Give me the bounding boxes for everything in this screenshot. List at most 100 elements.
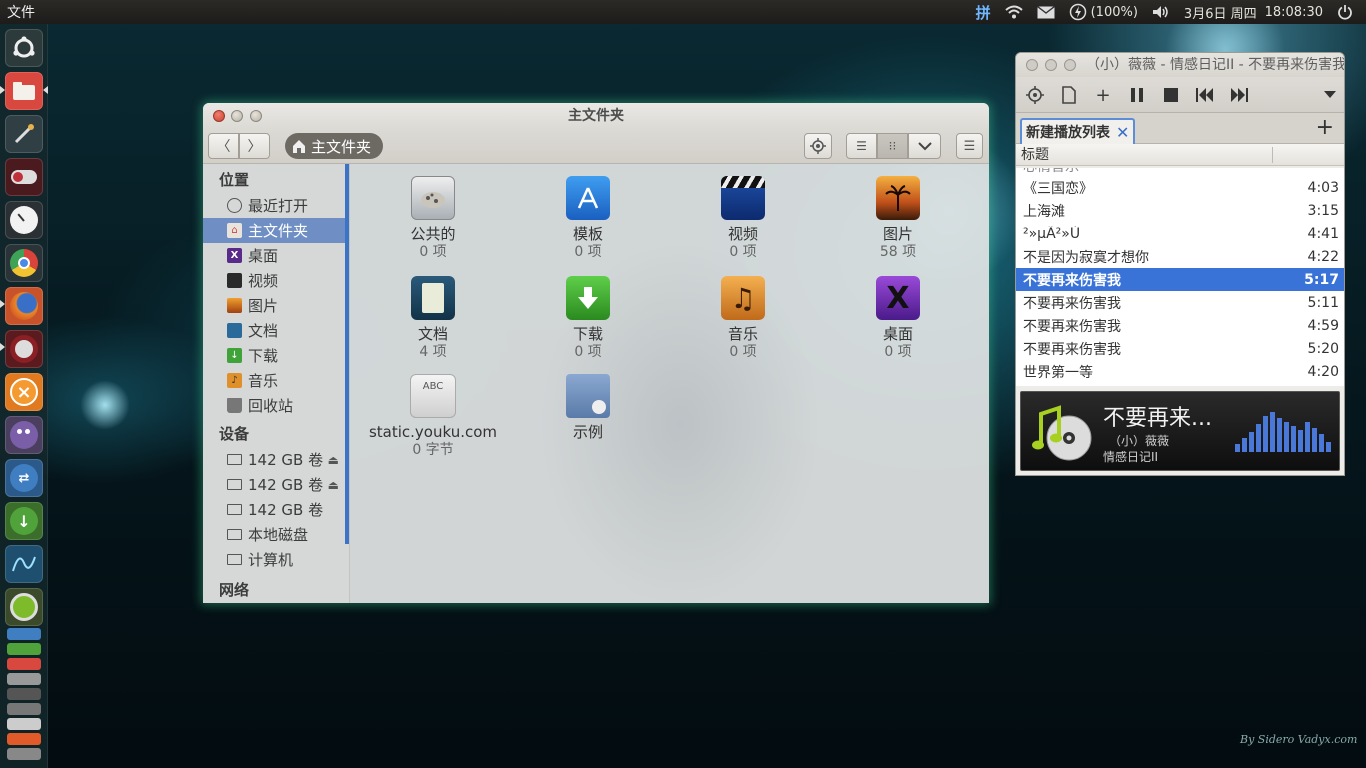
wifi-icon[interactable] — [998, 0, 1030, 24]
sidebar-item-pictures[interactable]: 图片 — [203, 293, 349, 318]
list-view-button[interactable]: ☰ — [846, 133, 877, 159]
fm-titlebar[interactable]: 主文件夹 — [203, 103, 989, 129]
folder-count: 0 项 — [574, 244, 602, 260]
sidebar-item-home[interactable]: ⌂ 主文件夹 — [203, 218, 349, 243]
close-window-button[interactable] — [1026, 59, 1038, 71]
list-item[interactable]: ²»µÃ²»Ù 4:41 — [1016, 222, 1344, 245]
sidebar-device-volume-3[interactable]: 142 GB 卷 — [203, 497, 349, 522]
file-item[interactable]: ABC static.youku.com 0 字节 — [368, 374, 498, 459]
sidebar-item-desktop[interactable]: X 桌面 — [203, 243, 349, 268]
list-item[interactable]: 不要再来伤害我 5:11 — [1016, 291, 1344, 314]
minimize-window-button[interactable] — [1045, 59, 1057, 71]
eject-icon[interactable]: ⏏ — [328, 478, 339, 492]
sidebar-item-label: 142 GB 卷 — [248, 476, 324, 494]
locate-track-button[interactable] — [1023, 83, 1047, 107]
folder-item[interactable]: 模板 0 项 — [523, 176, 653, 261]
firefox-icon[interactable] — [5, 287, 43, 325]
mp-title: （小）薇薇 - 情感日记II - 不要再来伤害我 — [1086, 57, 1344, 73]
folder-item[interactable]: ♫ 音乐 0 项 — [678, 276, 808, 361]
add-button[interactable]: + — [1091, 83, 1115, 107]
folder-item[interactable]: X 桌面 0 项 — [833, 276, 963, 361]
session-power-icon[interactable] — [1330, 0, 1360, 24]
grid-icon: ⁝⁝ — [888, 139, 897, 153]
list-item[interactable]: 《三国恋》 4:03 — [1016, 176, 1344, 199]
transfer-icon[interactable]: ⇄ — [5, 459, 43, 497]
add-playlist-button[interactable]: + — [1316, 115, 1334, 140]
forward-button[interactable]: 〉 — [239, 133, 270, 159]
grid-view-button[interactable]: ⁝⁝ — [877, 133, 908, 159]
sidebar-device-volume-1[interactable]: 142 GB 卷 ⏏ — [203, 447, 349, 472]
location-button[interactable] — [804, 133, 832, 159]
now-playing-artist: （小）薇薇 — [1109, 434, 1170, 448]
media-icon[interactable] — [5, 330, 43, 368]
pidgin-icon[interactable] — [5, 416, 43, 454]
track-duration: 4:59 — [1307, 317, 1339, 334]
launcher-stacked-icons[interactable] — [7, 628, 41, 768]
view-options-dropdown[interactable] — [908, 133, 941, 159]
pause-button[interactable] — [1125, 83, 1149, 107]
input-method-indicator[interactable]: 拼 — [969, 0, 998, 24]
close-window-button[interactable] — [213, 110, 225, 122]
maximize-window-button[interactable] — [1064, 59, 1076, 71]
sidebar-item-trash[interactable]: 回收站 — [203, 393, 349, 418]
list-item[interactable]: 不要再来伤害我 4:59 — [1016, 314, 1344, 337]
chevron-down-icon — [1324, 91, 1336, 98]
clock-icon[interactable] — [5, 201, 43, 239]
maximize-window-button[interactable] — [250, 110, 262, 122]
list-item[interactable]: 世界第一等 4:20 — [1016, 360, 1344, 383]
folder-item[interactable]: 视频 0 项 — [678, 176, 808, 261]
volume-icon[interactable] — [1145, 0, 1177, 24]
previous-button[interactable] — [1193, 83, 1217, 107]
menu-button[interactable]: ☰ — [956, 133, 983, 159]
sidebar-item-recent[interactable]: 最近打开 — [203, 193, 349, 218]
eject-icon[interactable]: ⏏ — [328, 453, 339, 467]
toggle-icon[interactable] — [5, 158, 43, 196]
folder-item[interactable]: 公共的 0 项 — [368, 176, 498, 261]
download-icon[interactable]: ↓ — [5, 502, 43, 540]
monitor-icon[interactable] — [5, 545, 43, 583]
list-item[interactable]: 不要再来伤害我 5:20 — [1016, 337, 1344, 360]
sidebar-device-local-disk[interactable]: 本地磁盘 — [203, 522, 349, 547]
mail-icon[interactable] — [1030, 0, 1062, 24]
menu-dropdown-button[interactable] — [1318, 83, 1342, 107]
home-icon: ⌂ — [227, 223, 242, 238]
tab-new-playlist[interactable]: 新建播放列表 ✕ — [1020, 118, 1136, 144]
clock-indicator[interactable]: 3月6日 周四 18:08:30 — [1177, 0, 1330, 24]
folder-item[interactable]: 图片 58 项 — [833, 176, 963, 261]
battery-indicator[interactable]: (100%) — [1062, 0, 1145, 24]
list-item[interactable]: 不是因为寂寞才想你 4:22 — [1016, 245, 1344, 268]
files-icon[interactable] — [5, 72, 43, 110]
settings-icon[interactable] — [5, 115, 43, 153]
mp-titlebar[interactable]: （小）薇薇 - 情感日记II - 不要再来伤害我 — [1016, 53, 1344, 77]
list-item[interactable]: 上海滩 3:15 — [1016, 199, 1344, 222]
folder-item[interactable]: 示例 — [523, 374, 653, 441]
sidebar-device-computer[interactable]: 计算机 — [203, 547, 349, 572]
chrome-icon[interactable] — [5, 244, 43, 282]
sidebar-item-music[interactable]: ♪ 音乐 — [203, 368, 349, 393]
close-app-icon[interactable]: × — [5, 373, 43, 411]
sidebar-item-documents[interactable]: 文档 — [203, 318, 349, 343]
column-header-title[interactable]: 标题 — [1016, 144, 1344, 166]
ubuntu-icon[interactable] — [5, 29, 43, 67]
minimize-window-button[interactable] — [231, 110, 243, 122]
app-menu-file[interactable]: 文件 — [0, 2, 35, 22]
ubuntu-one-icon[interactable] — [5, 588, 43, 626]
next-button[interactable] — [1227, 83, 1251, 107]
sidebar-device-volume-2[interactable]: 142 GB 卷 ⏏ — [203, 472, 349, 497]
stop-button[interactable] — [1159, 83, 1183, 107]
folder-item[interactable]: 文档 4 项 — [368, 276, 498, 361]
sidebar-item-label: 回收站 — [248, 397, 294, 415]
track-title: 不是因为寂寞才想你 — [1023, 249, 1149, 266]
list-item[interactable]: 心情音乐 — [1016, 168, 1344, 176]
folder-item[interactable]: 下载 0 项 — [523, 276, 653, 361]
fm-toolbar: 〈 〉 主文件夹 ☰ ⁝⁝ ☰ — [203, 129, 989, 164]
sidebar-scrollbar[interactable] — [345, 164, 349, 544]
sidebar-item-downloads[interactable]: ↓ 下载 — [203, 343, 349, 368]
close-tab-icon[interactable]: ✕ — [1116, 123, 1129, 142]
list-item-selected[interactable]: 不要再来伤害我 5:17 — [1016, 268, 1344, 291]
open-file-button[interactable] — [1057, 83, 1081, 107]
back-button[interactable]: 〈 — [208, 133, 239, 159]
breadcrumb-home[interactable]: 主文件夹 — [285, 133, 384, 159]
drive-icon — [227, 504, 242, 515]
sidebar-item-video[interactable]: 视频 — [203, 268, 349, 293]
